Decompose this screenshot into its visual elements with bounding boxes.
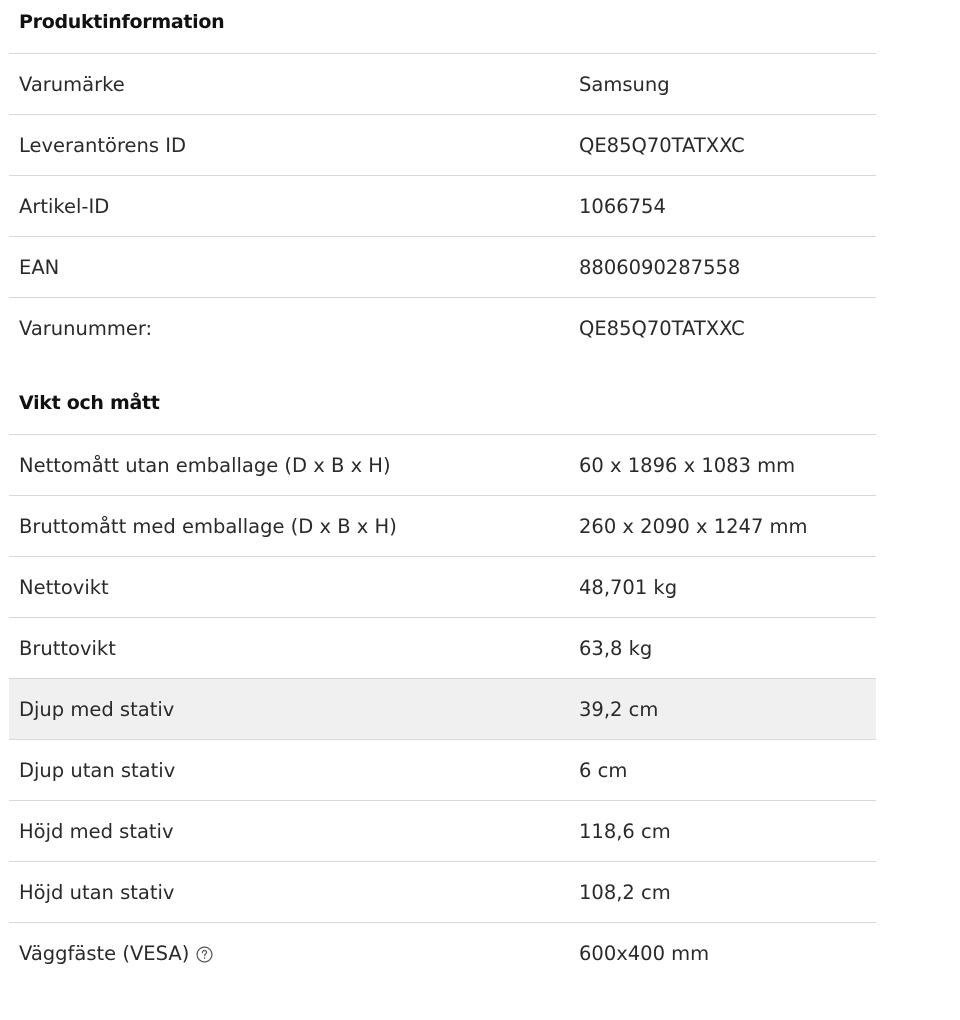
spec-label: Väggfäste (VESA): [19, 941, 190, 965]
product-specs-panel: Produktinformation Varumärke Samsung Lev…: [9, 0, 876, 983]
spec-value: 1066754: [579, 194, 666, 218]
spec-label: Bruttovikt: [19, 636, 116, 660]
spec-label: Höjd utan stativ: [19, 880, 175, 904]
spec-value: 108,2 cm: [579, 880, 671, 904]
spec-value: Samsung: [579, 72, 670, 96]
spec-label-with-help: Väggfäste (VESA): [9, 942, 569, 965]
section-title-product-information: Produktinformation: [19, 11, 225, 33]
spec-value: QE85Q70TATXXC: [579, 316, 745, 340]
spec-row-depth-without-stand: Djup utan stativ 6 cm: [9, 740, 876, 801]
spec-value: 63,8 kg: [579, 636, 653, 660]
spec-row-height-with-stand: Höjd med stativ 118,6 cm: [9, 801, 876, 862]
spec-label: Nettovikt: [19, 575, 109, 599]
spec-row-height-without-stand: Höjd utan stativ 108,2 cm: [9, 862, 876, 923]
spec-value: 260 x 2090 x 1247 mm: [579, 514, 808, 538]
spec-row-depth-with-stand: Djup med stativ 39,2 cm: [9, 679, 876, 740]
spec-row-brand: Varumärke Samsung: [9, 54, 876, 115]
spec-label: Varunummer:: [19, 316, 153, 340]
spec-label: Varumärke: [19, 72, 125, 96]
spec-label: EAN: [19, 255, 60, 279]
spec-row-gross-weight: Bruttovikt 63,8 kg: [9, 618, 876, 679]
section-title-weight-and-dimensions: Vikt och mått: [19, 392, 160, 414]
spec-label: Artikel-ID: [19, 194, 110, 218]
spec-row-supplier-id: Leverantörens ID QE85Q70TATXXC: [9, 115, 876, 176]
spec-value: 600x400 mm: [579, 941, 710, 965]
spec-row-ean: EAN 8806090287558: [9, 237, 876, 298]
help-circle-icon[interactable]: [196, 946, 213, 963]
spec-label: Höjd med stativ: [19, 819, 174, 843]
spec-value: 6 cm: [579, 758, 628, 782]
spec-value: 8806090287558: [579, 255, 741, 279]
spec-label: Bruttomått med emballage (D x B x H): [19, 514, 397, 538]
spec-label: Leverantörens ID: [19, 133, 187, 157]
spec-row-net-dimensions: Nettomått utan emballage (D x B x H) 60 …: [9, 435, 876, 496]
spec-label: Nettomått utan emballage (D x B x H): [19, 453, 391, 477]
spec-value: QE85Q70TATXXC: [579, 133, 745, 157]
spec-value: 48,701 kg: [579, 575, 678, 599]
product-information-table: Varumärke Samsung Leverantörens ID QE85Q…: [9, 53, 876, 358]
spec-row-item-number: Varunummer: QE85Q70TATXXC: [9, 298, 876, 358]
spec-row-article-id: Artikel-ID 1066754: [9, 176, 876, 237]
spec-label: Djup utan stativ: [19, 758, 176, 782]
weight-dimensions-table: Nettomått utan emballage (D x B x H) 60 …: [9, 434, 876, 983]
spec-value: 39,2 cm: [579, 697, 659, 721]
spec-label: Djup med stativ: [19, 697, 175, 721]
spec-row-gross-dimensions: Bruttomått med emballage (D x B x H) 260…: [9, 496, 876, 557]
spec-row-wall-mount-vesa: Väggfäste (VESA) 600x400 mm: [9, 923, 876, 983]
spec-value: 60 x 1896 x 1083 mm: [579, 453, 796, 477]
spec-value: 118,6 cm: [579, 819, 671, 843]
spec-row-net-weight: Nettovikt 48,701 kg: [9, 557, 876, 618]
